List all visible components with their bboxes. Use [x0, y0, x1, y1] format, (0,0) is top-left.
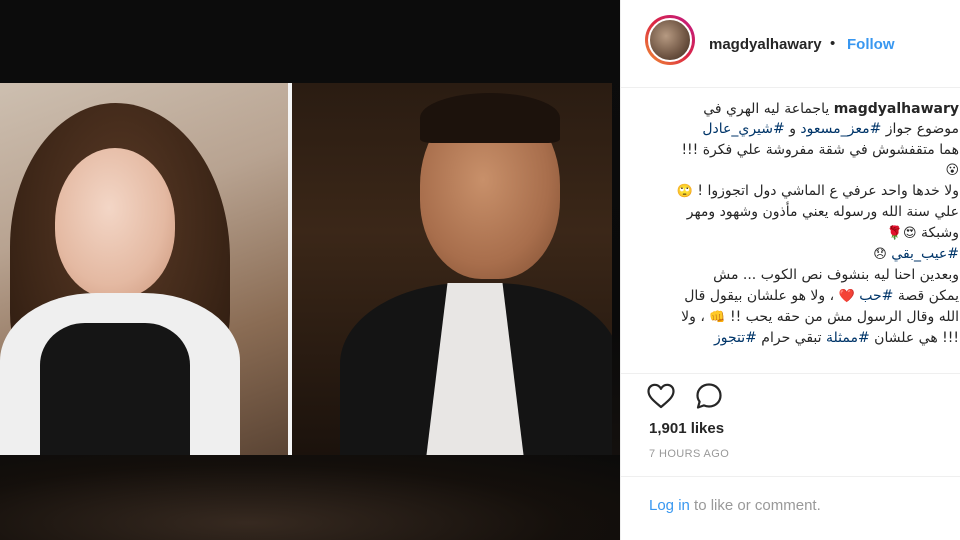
woman-face — [55, 148, 175, 298]
login-prompt: Log in to like or comment. — [649, 497, 821, 514]
caption-text: موضوع جواز — [885, 121, 959, 138]
comment-icon[interactable] — [693, 380, 725, 412]
caption-line: يمكن قصة #حب ❤️ ، ولا هو علشان بيقول قال — [633, 286, 959, 307]
caption-line: هما متقفشوش في شقة مفروشة علي فكرة !!! — [681, 141, 959, 158]
post-side-panel: magdyalhawary • Follow magdyalhawary ياج… — [620, 0, 960, 540]
astonished-emoji: 😮 — [945, 162, 959, 178]
caption-line: !!! هي علشان #ممثلة تبقي حرام #تتجوز — [633, 328, 959, 348]
disappointed-emoji: 😞 — [873, 247, 887, 263]
hashtag-link[interactable]: #ممثلة — [826, 330, 870, 346]
caption-text: ياجماعة ليه الهري في — [703, 101, 830, 117]
caption-line: علي سنة الله ورسوله يعني مأذون وشهود ومه… — [686, 204, 959, 221]
backdrop-blur — [0, 455, 620, 540]
caption-text: تبقي حرام — [761, 330, 822, 347]
action-bar — [621, 373, 960, 417]
caption-text: وشبكة — [921, 224, 959, 241]
header-separator: • — [830, 35, 836, 52]
caption-line: الله وقال الرسول مش من حقه يحب !! 👊 ، ول… — [633, 307, 959, 328]
caption-line: 😮 — [633, 160, 959, 181]
hashtag-link[interactable]: #حب — [859, 288, 893, 304]
caption-text: ولا خدها واحد عرفي ع الماشي دول اتجوزوا … — [697, 183, 959, 200]
caption-line: وبعدين احنا ليه بنشوف نص الكوب ... مش — [713, 267, 959, 284]
heart-eyes-rose-emoji: 😍🌹 — [886, 225, 917, 241]
post-header: magdyalhawary • Follow — [621, 0, 960, 88]
hashtag-link[interactable]: #معز_مسعود — [800, 121, 881, 137]
caption-line: وشبكة 😍🌹 — [633, 223, 959, 244]
hashtag-link[interactable]: #عيب_بقي — [891, 246, 959, 262]
hashtag-link[interactable]: #تتجوز — [714, 330, 757, 346]
woman-top — [40, 323, 190, 455]
caption-text: الله وقال الرسول مش من حقه يحب !! — [729, 308, 959, 325]
photo-divider — [288, 83, 292, 455]
hashtag-link[interactable]: #شيري_عادل — [702, 121, 784, 137]
caption-text: يمكن قصة — [897, 287, 959, 304]
post-caption: magdyalhawary ياجماعة ليه الهري في موضوع… — [633, 99, 959, 367]
caption-line: ولا خدها واحد عرفي ع الماشي دول اتجوزوا … — [633, 181, 959, 202]
post-footer: Log in to like or comment. — [621, 476, 960, 540]
follow-button[interactable]: Follow — [847, 36, 895, 53]
caption-username[interactable]: magdyalhawary — [834, 101, 959, 117]
caption-line: #عيب_بقي 😞 — [633, 244, 959, 265]
caption-line: magdyalhawary ياجماعة ليه الهري في — [633, 99, 959, 119]
eye-roll-emoji: 🙄 — [676, 184, 693, 200]
heart-icon[interactable] — [645, 380, 677, 412]
login-link[interactable]: Log in — [649, 497, 690, 514]
caption-text: !!! هي علشان — [874, 330, 959, 347]
caption-line: موضوع جواز #معز_مسعود و #شيري_عادل — [633, 119, 959, 139]
avatar[interactable] — [645, 15, 695, 65]
heart-emoji: ❤️ — [838, 288, 855, 304]
login-prompt-text: to like or comment. — [689, 497, 821, 514]
fist-emoji: 👊 — [709, 309, 726, 325]
header-username[interactable]: magdyalhawary — [709, 36, 822, 53]
post-timestamp: 7 HOURS AGO — [649, 448, 730, 460]
avatar-image — [648, 18, 692, 62]
caption-text: ، ولا — [681, 308, 705, 325]
likes-count[interactable]: 1,901 likes — [649, 420, 724, 437]
caption-text: ، ولا هو علشان بيقول قال — [684, 287, 835, 304]
post-image[interactable] — [0, 83, 612, 455]
caption-text: و — [789, 121, 796, 138]
man-hair — [420, 93, 560, 143]
